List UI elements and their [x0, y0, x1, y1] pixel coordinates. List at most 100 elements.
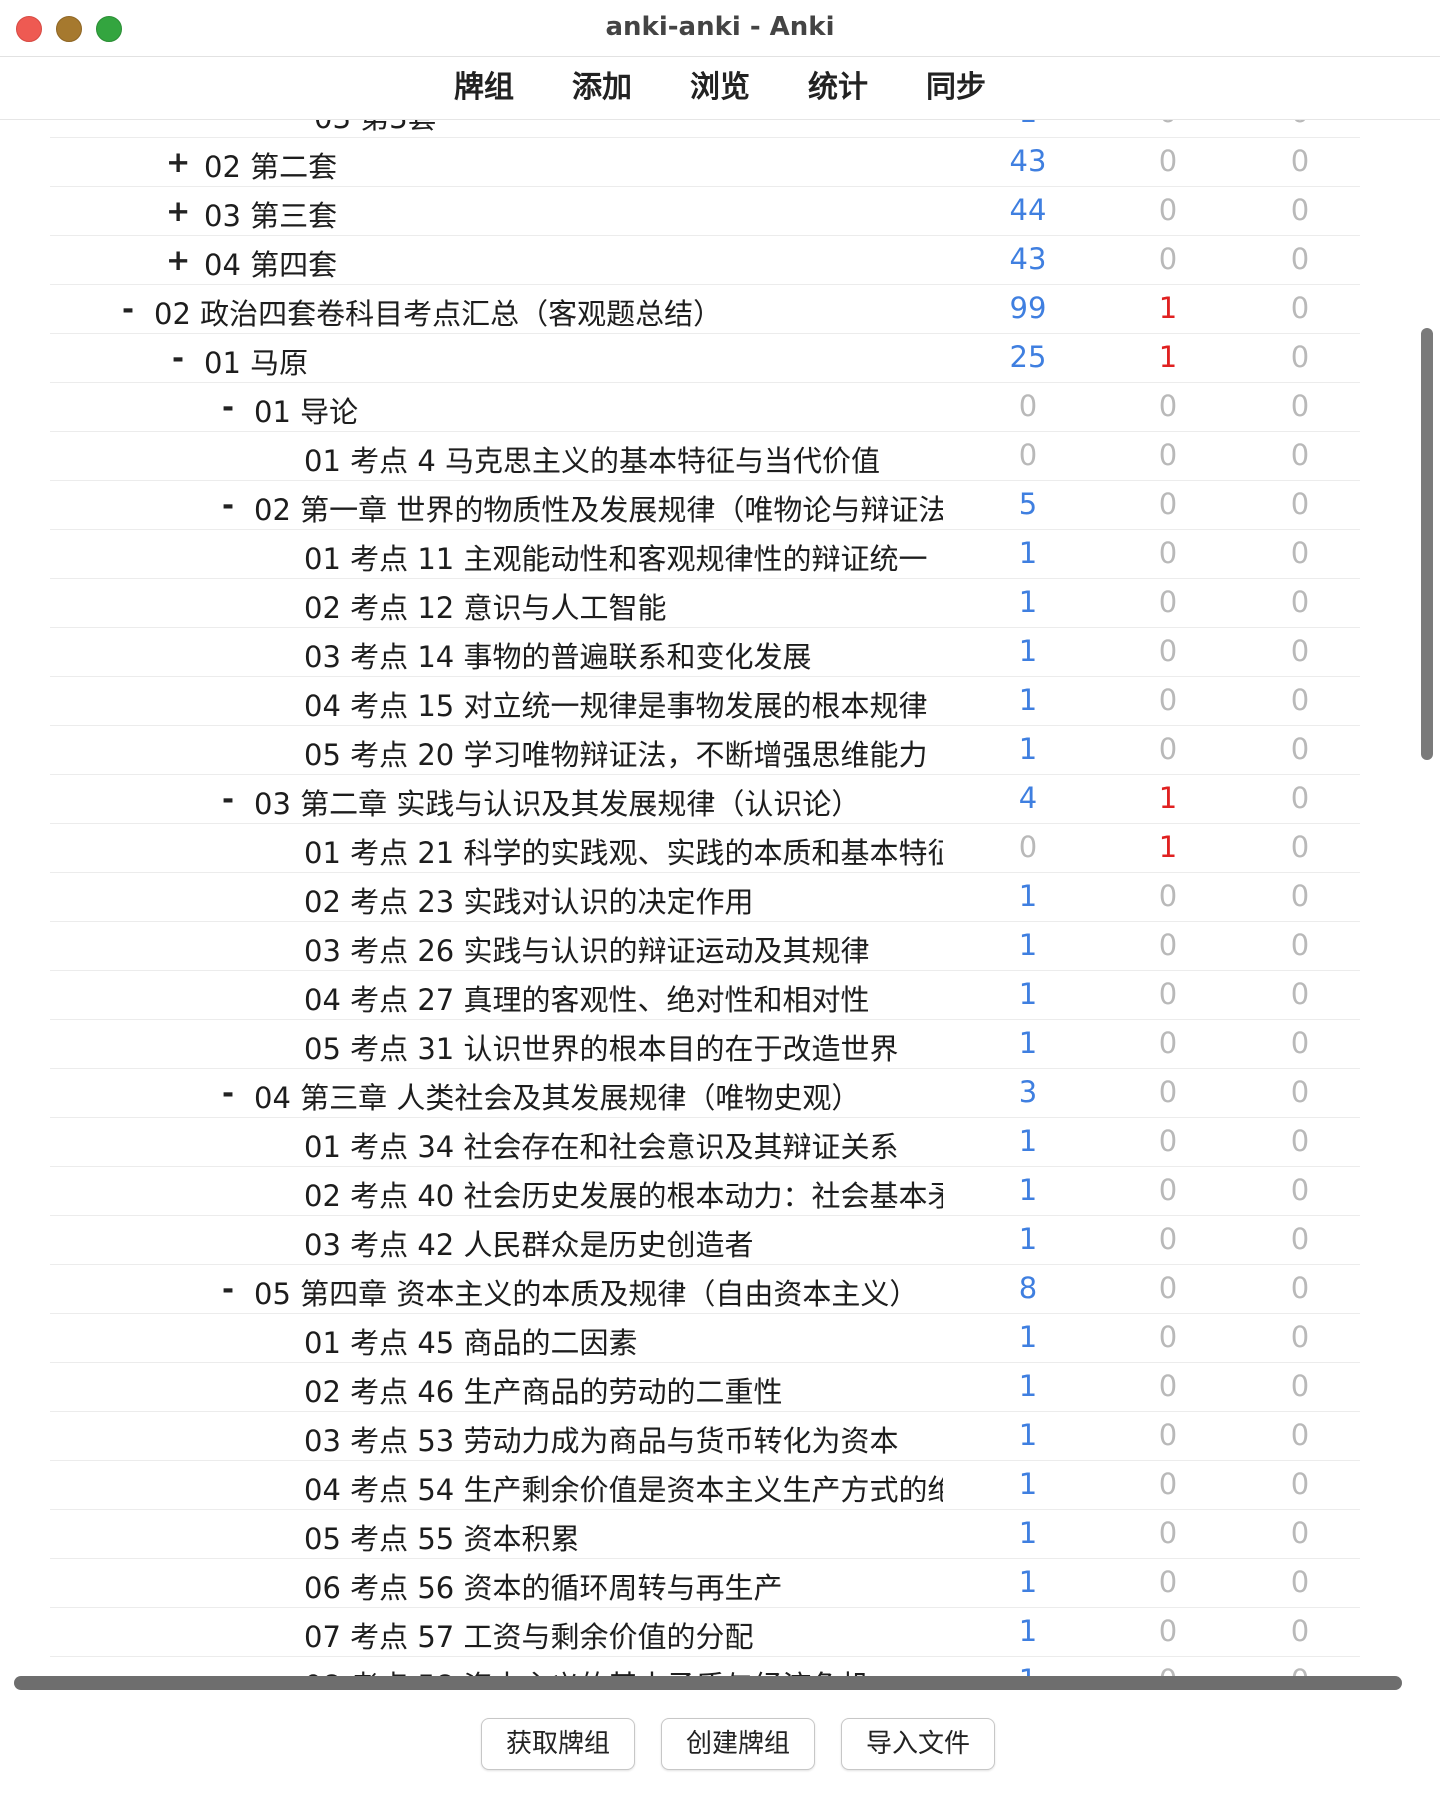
deck-row[interactable]: -05 第四章 资本主义的本质及规律（自由资本主义） 8 0 0 [50, 1264, 1360, 1314]
deck-new-count: 0 [1290, 634, 1310, 668]
vertical-scrollbar[interactable] [1421, 328, 1433, 760]
deck-row[interactable]: 05 考点 55 资本积累 1 0 0 [50, 1509, 1360, 1559]
deck-row[interactable]: +02 第二套 43 0 0 [50, 137, 1360, 187]
deck-new-count: 0 [1290, 1271, 1310, 1305]
deck-new-count: 0 [1260, 120, 1340, 129]
deck-row[interactable]: 04 考点 27 真理的客观性、绝对性和相对性 1 0 0 [50, 970, 1360, 1020]
deck-name[interactable]: 01 考点 34 社会存在和社会意识及其辩证关系 [304, 1124, 943, 1166]
deck-new-count: 0 [1290, 879, 1310, 913]
deck-row[interactable]: 02 考点 12 意识与人工智能 1 0 0 [50, 578, 1360, 628]
deck-name[interactable]: 03 考点 42 人民群众是历史创造者 [304, 1222, 943, 1264]
deck-row[interactable]: -02 政治四套卷科目考点汇总（客观题总结） 99 1 0 [50, 284, 1360, 334]
deck-name[interactable]: 02 第一章 世界的物质性及发展规律（唯物论与辩证法） [254, 487, 943, 529]
deck-name[interactable]: 02 政治四套卷科目考点汇总（客观题总结） [154, 291, 943, 333]
deck-row[interactable]: 05 考点 31 认识世界的根本目的在于改造世界 1 0 0 [50, 1019, 1360, 1069]
deck-row[interactable]: 06 考点 56 资本的循环周转与再生产 1 0 0 [50, 1558, 1360, 1608]
deck-learn-count: 0 [1158, 438, 1178, 472]
horizontal-scrollbar[interactable] [14, 1676, 1402, 1690]
deck-name[interactable]: 02 考点 23 实践对认识的决定作用 [304, 879, 943, 921]
deck-name[interactable]: 01 导论 [254, 389, 943, 431]
collapse-toggle[interactable]: - [166, 341, 190, 375]
deck-name[interactable]: 01 马原 [204, 340, 943, 382]
deck-name[interactable]: 01 考点 45 商品的二因素 [304, 1320, 943, 1362]
deck-name[interactable]: 05 考点 55 资本积累 [304, 1516, 943, 1558]
deck-name[interactable]: 06 考点 56 资本的循环周转与再生产 [304, 1565, 943, 1607]
deck-name[interactable]: 03 第二章 实践与认识及其发展规律（认识论） [254, 781, 943, 823]
deck-name[interactable]: 05 第四章 资本主义的本质及规律（自由资本主义） [254, 1271, 943, 1313]
deck-learn-count: 0 [1158, 928, 1178, 962]
deck-row[interactable]: +03 第三套 44 0 0 [50, 186, 1360, 236]
deck-row[interactable]: 01 考点 11 主观能动性和客观规律性的辩证统一 1 0 0 [50, 529, 1360, 579]
deck-row[interactable]: -03 第二章 实践与认识及其发展规律（认识论） 4 1 0 [50, 774, 1360, 824]
deck-name[interactable]: 02 考点 12 意识与人工智能 [304, 585, 943, 627]
deck-name[interactable]: 04 第四套 [204, 242, 943, 284]
deck-due-count: 1 [1018, 1369, 1038, 1403]
deck-name[interactable]: 03 第三套 [204, 193, 943, 235]
collapse-toggle[interactable]: - [216, 782, 240, 816]
expand-toggle[interactable]: + [166, 194, 190, 228]
toolbar-decks[interactable]: 牌组 [425, 57, 543, 119]
collapse-toggle[interactable]: - [216, 488, 240, 522]
deck-name[interactable]: 01 考点 11 主观能动性和客观规律性的辩证统一 [304, 536, 943, 578]
deck-due-count: 0 [1018, 438, 1038, 472]
deck-row[interactable]: 05 考点 20 学习唯物辩证法，不断增强思维能力 1 0 0 [50, 725, 1360, 775]
deck-learn-count: 0 [1158, 1369, 1178, 1403]
deck-row[interactable]: 07 考点 57 工资与剩余价值的分配 1 0 0 [50, 1607, 1360, 1657]
deck-name[interactable]: 01 考点 4 马克思主义的基本特征与当代价值 [304, 438, 943, 480]
deck-row[interactable]: 03 考点 14 事物的普遍联系和变化发展 1 0 0 [50, 627, 1360, 677]
deck-learn-count: 0 [1158, 242, 1178, 276]
deck-name[interactable]: 02 考点 40 社会历史发展的根本动力：社会基本矛盾 [304, 1173, 943, 1215]
create-deck-button[interactable]: 创建牌组 [661, 1718, 815, 1770]
toolbar-sync[interactable]: 同步 [897, 57, 1015, 119]
collapse-toggle[interactable]: - [216, 1076, 240, 1110]
deck-row-partial[interactable]: 03 第3套 1 0 0 [50, 120, 1360, 138]
deck-new-count: 0 [1290, 193, 1310, 227]
deck-name[interactable]: 03 第3套 [314, 120, 437, 137]
deck-name[interactable]: 02 考点 46 生产商品的劳动的二重性 [304, 1369, 943, 1411]
deck-name[interactable]: 04 考点 15 对立统一规律是事物发展的根本规律 [304, 683, 943, 725]
deck-row[interactable]: -04 第三章 人类社会及其发展规律（唯物史观） 3 0 0 [50, 1068, 1360, 1118]
deck-name[interactable]: 04 考点 27 真理的客观性、绝对性和相对性 [304, 977, 943, 1019]
deck-row[interactable]: 02 考点 23 实践对认识的决定作用 1 0 0 [50, 872, 1360, 922]
deck-row[interactable]: 02 考点 40 社会历史发展的根本动力：社会基本矛盾 1 0 0 [50, 1166, 1360, 1216]
deck-row[interactable]: 01 考点 4 马克思主义的基本特征与当代价值 0 0 0 [50, 431, 1360, 481]
toolbar-stats[interactable]: 统计 [779, 57, 897, 119]
deck-name[interactable]: 04 考点 54 生产剩余价值是资本主义生产方式的绝对规律 [304, 1467, 943, 1509]
deck-row[interactable]: -01 导论 0 0 0 [50, 382, 1360, 432]
deck-row[interactable]: 04 考点 54 生产剩余价值是资本主义生产方式的绝对规律 1 0 0 [50, 1460, 1360, 1510]
deck-row[interactable]: 02 考点 46 生产商品的劳动的二重性 1 0 0 [50, 1362, 1360, 1412]
collapse-toggle[interactable]: - [216, 1272, 240, 1306]
get-shared-decks-button[interactable]: 获取牌组 [481, 1718, 635, 1770]
deck-row[interactable]: 03 考点 26 实践与认识的辩证运动及其规律 1 0 0 [50, 921, 1360, 971]
deck-due-count: 8 [1018, 1271, 1038, 1305]
collapse-toggle[interactable]: - [216, 390, 240, 424]
deck-name[interactable]: 04 第三章 人类社会及其发展规律（唯物史观） [254, 1075, 943, 1117]
deck-list: 03 第3套 1 0 0 +02 第二套4300+03 第三套4400+04 第… [0, 120, 1440, 1680]
deck-row[interactable]: 03 考点 53 劳动力成为商品与货币转化为资本 1 0 0 [50, 1411, 1360, 1461]
expand-toggle[interactable]: + [166, 243, 190, 277]
deck-row[interactable]: -02 第一章 世界的物质性及发展规律（唯物论与辩证法） 5 0 0 [50, 480, 1360, 530]
deck-name[interactable]: 03 考点 14 事物的普遍联系和变化发展 [304, 634, 943, 676]
toolbar-add[interactable]: 添加 [543, 57, 661, 119]
deck-row[interactable]: 01 考点 45 商品的二因素 1 0 0 [50, 1313, 1360, 1363]
import-file-button[interactable]: 导入文件 [841, 1718, 995, 1770]
deck-row[interactable]: 04 考点 15 对立统一规律是事物发展的根本规律 1 0 0 [50, 676, 1360, 726]
deck-row[interactable]: +04 第四套 43 0 0 [50, 235, 1360, 285]
deck-name[interactable]: 01 考点 21 科学的实践观、实践的本质和基本特征 [304, 830, 943, 872]
deck-name[interactable]: 05 考点 20 学习唯物辩证法，不断增强思维能力 [304, 732, 943, 774]
deck-name[interactable]: 03 考点 26 实践与认识的辩证运动及其规律 [304, 928, 943, 970]
deck-row[interactable]: 01 考点 34 社会存在和社会意识及其辩证关系 1 0 0 [50, 1117, 1360, 1167]
toolbar-browse[interactable]: 浏览 [661, 57, 779, 119]
deck-name[interactable]: 03 考点 53 劳动力成为商品与货币转化为资本 [304, 1418, 943, 1460]
deck-row[interactable]: 03 考点 42 人民群众是历史创造者 1 0 0 [50, 1215, 1360, 1265]
deck-row[interactable]: -01 马原 25 1 0 [50, 333, 1360, 383]
collapse-toggle[interactable]: - [116, 292, 140, 326]
deck-learn-count: 0 [1158, 487, 1178, 521]
deck-name[interactable]: 07 考点 57 工资与剩余价值的分配 [304, 1614, 943, 1656]
deck-new-count: 0 [1290, 1075, 1310, 1109]
deck-name[interactable]: 05 考点 31 认识世界的根本目的在于改造世界 [304, 1026, 943, 1068]
deck-name[interactable]: 02 第二套 [204, 144, 943, 186]
deck-learn-count: 0 [1158, 879, 1178, 913]
deck-row[interactable]: 01 考点 21 科学的实践观、实践的本质和基本特征 0 1 0 [50, 823, 1360, 873]
expand-toggle[interactable]: + [166, 145, 190, 179]
